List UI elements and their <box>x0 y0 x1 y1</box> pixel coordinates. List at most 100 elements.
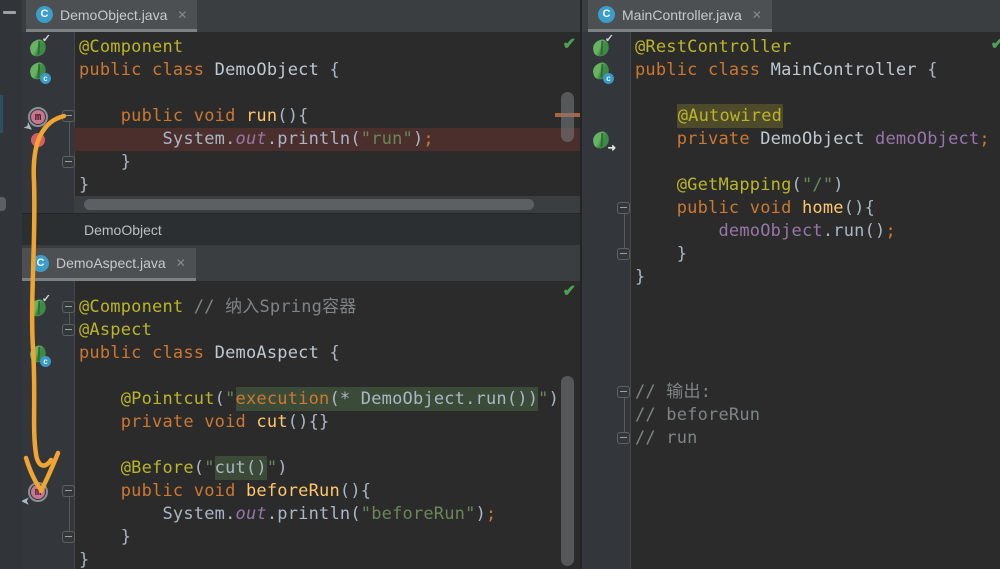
tab-demo-object[interactable]: C DemoObject.java ✕ <box>26 0 198 32</box>
inspections-ok-icon: ✔ <box>991 34 1000 54</box>
code-line: } <box>79 527 132 547</box>
code-line: } <box>79 175 90 195</box>
code-line: System.out.println("run"); <box>74 128 580 151</box>
spring-bean-arrow-icon[interactable]: ➜ <box>591 130 616 154</box>
code-line: } <box>79 550 90 569</box>
code-line: public void beforeRun(){ <box>120 481 372 501</box>
inspections-ok-icon: ✔ <box>562 36 576 53</box>
code-line: private void cut(){} <box>120 412 330 432</box>
fold-range-line <box>69 497 70 531</box>
code-line: } <box>635 244 688 264</box>
editor-demo-aspect[interactable]: @Component // 纳入Spring容器 @Aspect public cl… <box>22 281 580 569</box>
close-tab-icon[interactable]: ✕ <box>752 8 762 22</box>
aop-advice-icon-left[interactable]: m➤ <box>22 482 48 506</box>
editor-demo-object[interactable]: @Component public class DemoObject { publ… <box>22 32 580 213</box>
java-class-icon: C <box>32 254 49 272</box>
tab-label: DemoAspect.java <box>56 255 166 271</box>
fold-range-line <box>69 313 70 324</box>
fold-marker-open[interactable] <box>617 386 630 398</box>
strip-scroll-nub[interactable] <box>0 197 6 211</box>
fold-range-line <box>624 398 625 432</box>
editor-pane-main-controller: C MainController.java ✕ @RestController p… <box>580 0 1000 569</box>
fold-marker-close[interactable] <box>62 324 75 336</box>
tab-bar: C DemoAspect.java ✕ <box>22 245 580 282</box>
code-line: public class DemoObject { <box>79 60 340 80</box>
code-line: demoObject.run(); <box>718 221 896 241</box>
code-line: public void run(){ <box>120 106 309 126</box>
ide-window: C DemoObject.java ✕ @Component public cla… <box>0 0 1000 569</box>
close-tab-icon[interactable]: ✕ <box>177 8 187 22</box>
fold-range-line <box>69 122 70 156</box>
code-line: @Pointcut("execution(* DemoObject.run())… <box>120 387 560 411</box>
code-line: @Before("cut()") <box>120 456 288 480</box>
horizontal-scrollbar-thumb[interactable] <box>84 199 534 210</box>
fold-marker-open[interactable] <box>62 301 75 313</box>
fold-marker-open[interactable] <box>62 485 75 497</box>
editor-main-controller[interactable]: @RestController public class MainControll… <box>582 32 1000 569</box>
editor-pane-demo-object: C DemoObject.java ✕ @Component public cla… <box>22 0 580 213</box>
code-line: private DemoObject demoObject; <box>676 129 990 149</box>
spring-bean-check-icon[interactable]: ✓ <box>591 33 614 58</box>
code-line: @Aspect <box>79 320 153 340</box>
code-line: // beforeRun <box>635 405 761 425</box>
tab-main-controller[interactable]: C MainController.java ✕ <box>588 0 772 32</box>
inspections-ok-icon: ✔ <box>562 283 576 300</box>
code-line: @Component <box>79 37 184 57</box>
code-line: @RestController <box>635 37 792 57</box>
editor-pane-demo-aspect: C DemoAspect.java ✕ @Component // 纳入Spri… <box>22 245 580 569</box>
spring-bean-check-icon[interactable]: ✓ <box>28 33 51 58</box>
breadcrumb-item[interactable]: DemoObject <box>84 222 162 238</box>
tab-demo-aspect[interactable]: C DemoAspect.java ✕ <box>22 248 196 281</box>
strip-selection-mark <box>0 95 3 133</box>
code-line: public void home(){ <box>676 198 876 218</box>
code-line: // 输出: <box>635 382 712 402</box>
fold-marker-close[interactable] <box>617 248 630 260</box>
editor-gutter <box>582 32 631 569</box>
breadcrumb[interactable]: DemoObject <box>22 213 580 246</box>
code-line: // run <box>635 428 698 448</box>
breakpoint-check-icon[interactable]: ✓ <box>28 125 50 150</box>
spring-bean-class-icon[interactable]: c <box>28 61 51 84</box>
tab-label: MainController.java <box>622 6 742 23</box>
collapse-minus-icon[interactable] <box>3 11 16 14</box>
code-line: @Component // 纳入Spring容器 <box>79 297 357 317</box>
horizontal-scrollbar[interactable] <box>74 196 580 213</box>
fold-marker-close[interactable] <box>617 432 630 444</box>
tab-bar: C MainController.java ✕ <box>582 0 1000 33</box>
tab-bar: C DemoObject.java ✕ <box>22 0 580 33</box>
code-line: } <box>79 152 132 172</box>
fold-marker-open[interactable] <box>62 110 75 122</box>
java-class-icon: C <box>36 6 53 23</box>
code-line: } <box>635 267 646 287</box>
tab-label: DemoObject.java <box>60 6 168 23</box>
vertical-scrollbar[interactable] <box>561 92 574 142</box>
fold-range-line <box>624 214 625 248</box>
fold-marker-close[interactable] <box>62 156 75 168</box>
spring-bean-check-icon[interactable]: ✓ <box>28 293 51 318</box>
vertical-scrollbar[interactable] <box>561 376 574 566</box>
spring-bean-class-icon[interactable]: c <box>591 61 614 84</box>
spring-bean-class-icon[interactable]: c <box>28 344 51 367</box>
code-line: System.out.println("beforeRun"); <box>79 504 497 524</box>
java-class-icon: C <box>598 6 615 23</box>
code-line: public class MainController { <box>635 60 938 80</box>
fold-marker-open[interactable] <box>617 202 630 214</box>
code-area[interactable]: @Component // 纳入Spring容器 @Aspect public cl… <box>74 281 580 569</box>
code-area[interactable]: @RestController public class MainControll… <box>630 32 1000 569</box>
code-area[interactable]: @Component public class DemoObject { publ… <box>74 32 580 213</box>
code-line: public class DemoAspect { <box>79 343 340 363</box>
code-line: @GetMapping("/") <box>676 175 844 195</box>
left-tool-strip <box>0 0 23 569</box>
close-tab-icon[interactable]: ✕ <box>176 256 186 270</box>
fold-marker-close[interactable] <box>62 531 75 543</box>
code-line: @Autowired <box>676 104 784 128</box>
